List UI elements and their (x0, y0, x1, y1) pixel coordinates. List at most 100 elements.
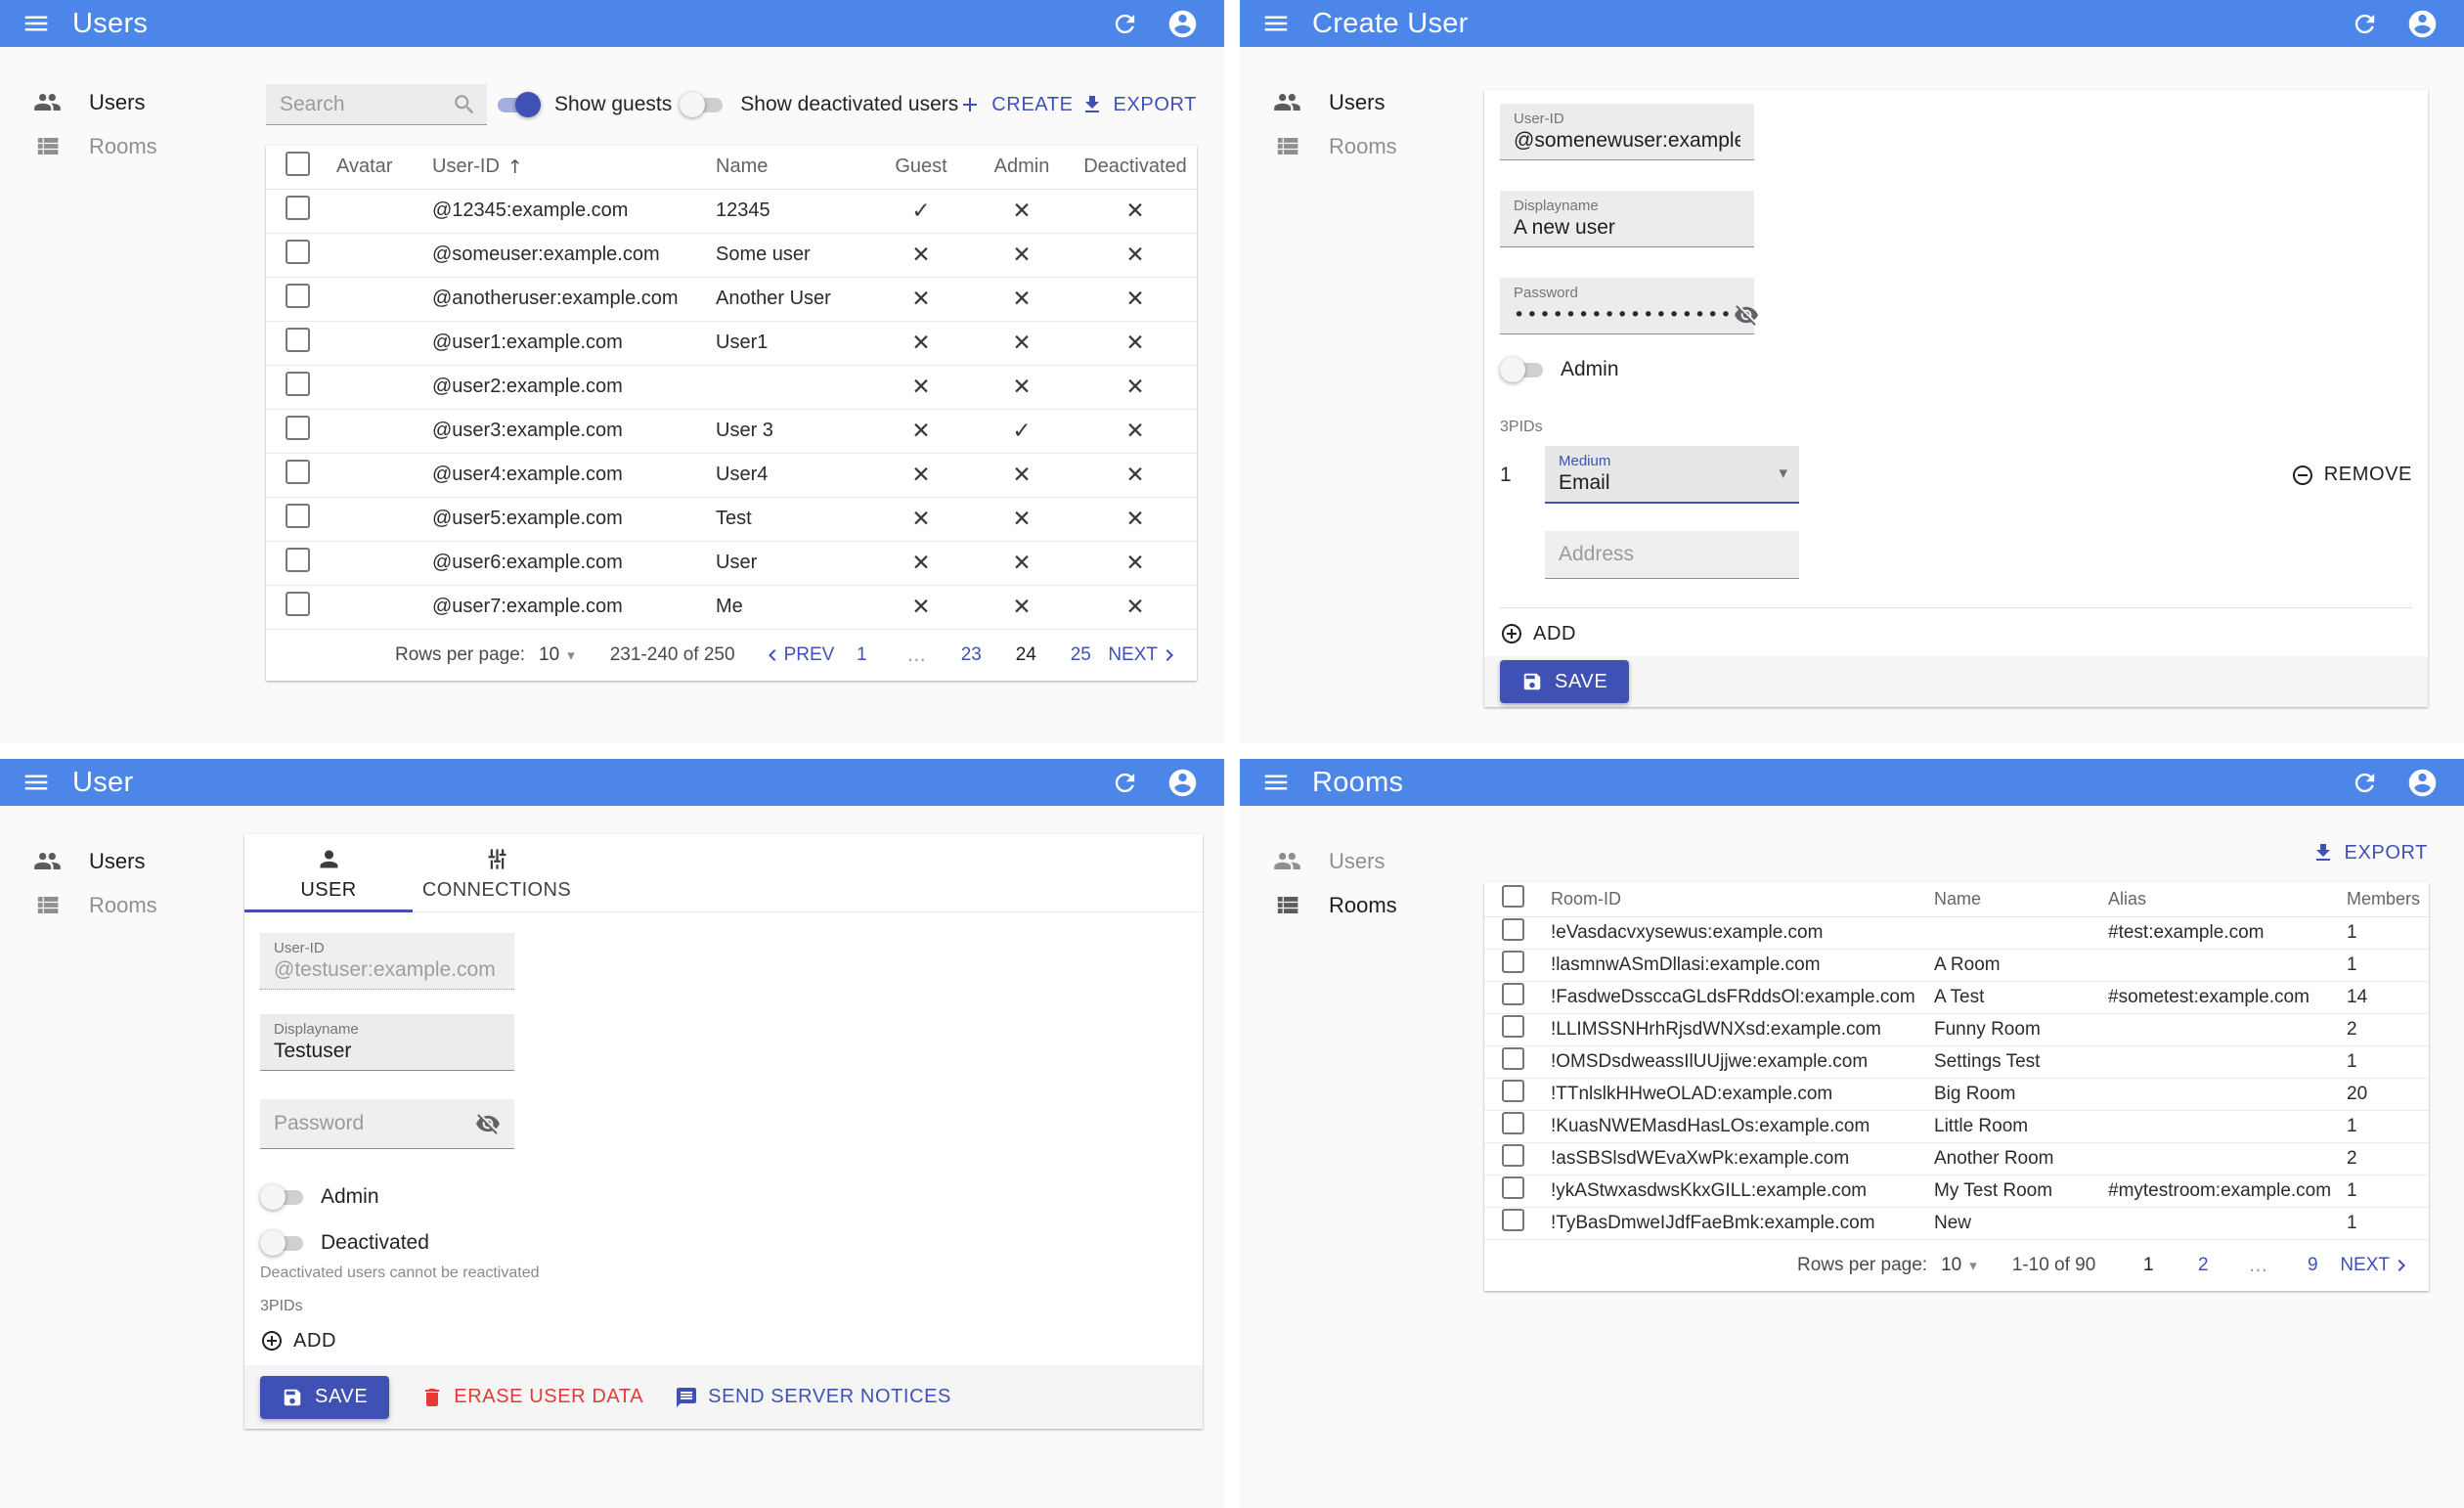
sidebar-item-users[interactable]: Users (1240, 839, 1474, 883)
row-checkbox[interactable] (286, 284, 310, 308)
page-25-link[interactable]: 25 (1066, 644, 1095, 666)
table-row[interactable]: @user5:example.com Test ✕ ✕ ✕ (266, 497, 1197, 542)
table-row[interactable]: @someuser:example.com Some user ✕ ✕ ✕ (266, 233, 1197, 278)
export-button[interactable]: EXPORT (1080, 93, 1197, 116)
create-button[interactable]: CREATE (958, 93, 1073, 116)
row-checkbox[interactable] (1502, 1047, 1524, 1070)
prev-page-button[interactable]: PREV (761, 643, 834, 667)
table-row[interactable]: !OMSDsdweassIlUUjjwe:example.com Settings… (1484, 1045, 2429, 1079)
select-all-checkbox[interactable] (286, 152, 310, 177)
next-page-button[interactable]: NEXT (2340, 1254, 2413, 1277)
row-checkbox[interactable] (286, 460, 310, 484)
row-checkbox[interactable] (1502, 1209, 1524, 1231)
page-23-link[interactable]: 23 (956, 644, 986, 666)
sidebar-item-rooms[interactable]: Rooms (0, 124, 235, 168)
send-server-notices-button[interactable]: SEND SERVER NOTICES (675, 1386, 951, 1409)
password-field[interactable]: Password ••••••••••••••••• (1500, 278, 1758, 334)
table-row[interactable]: @anotheruser:example.com Another User ✕ ✕ ✕ (266, 277, 1197, 322)
displayname-field[interactable]: Displayname Testuser (260, 1014, 514, 1071)
save-button[interactable]: SAVE (1500, 660, 1630, 703)
table-row[interactable]: @user1:example.com User1 ✕ ✕ ✕ (266, 321, 1197, 366)
menu-icon[interactable] (1261, 9, 1291, 38)
row-checkbox[interactable] (1502, 1080, 1524, 1102)
row-checkbox[interactable] (286, 592, 310, 616)
sidebar-item-rooms[interactable]: Rooms (0, 883, 235, 927)
col-user-id[interactable]: User-ID ↑ (426, 146, 710, 190)
page-9-link[interactable]: 9 (2298, 1255, 2327, 1276)
visibility-off-icon[interactable] (1734, 302, 1759, 328)
row-checkbox[interactable] (286, 196, 310, 220)
row-checkbox[interactable] (286, 548, 310, 572)
row-checkbox[interactable] (1502, 918, 1524, 941)
account-icon[interactable] (1166, 8, 1199, 40)
row-checkbox[interactable] (286, 372, 310, 396)
deactivated-toggle[interactable] (260, 1229, 307, 1257)
table-row[interactable]: !FasdweDssccaGLdsFRddsOl:example.com A Te… (1484, 981, 2429, 1014)
row-checkbox[interactable] (1502, 1112, 1524, 1134)
sidebar-item-rooms[interactable]: Rooms (1240, 124, 1474, 168)
user-id-field[interactable]: User-ID @somenewuser:example.com (1500, 104, 1754, 160)
account-icon[interactable] (2406, 767, 2439, 799)
address-input[interactable]: Address (1545, 531, 1799, 579)
add-threepid-button[interactable]: ADD (260, 1329, 336, 1353)
table-row[interactable]: !TTnlslkHHweOLAD:example.com Big Room 20 (1484, 1078, 2429, 1111)
table-row[interactable]: !lasmnwASmDllasi:example.com A Room 1 (1484, 949, 2429, 982)
row-checkbox[interactable] (1502, 1144, 1524, 1167)
rows-per-page-select[interactable]: 10 ▾ (1941, 1255, 1977, 1276)
refresh-icon[interactable] (1111, 769, 1139, 797)
export-button[interactable]: EXPORT (2311, 841, 2428, 865)
medium-select[interactable]: Medium Email ▾ (1545, 446, 1799, 504)
refresh-icon[interactable] (2351, 10, 2379, 38)
show-guests-toggle[interactable] (494, 91, 541, 118)
row-checkbox[interactable] (286, 504, 310, 528)
sidebar-item-users[interactable]: Users (0, 839, 235, 883)
erase-user-data-button[interactable]: ERASE USER DATA (420, 1386, 643, 1409)
table-row[interactable]: !ykAStwxasdwsKkxGILL:example.com My Test … (1484, 1175, 2429, 1208)
page-1-link[interactable]: 1 (847, 644, 876, 666)
menu-icon[interactable] (22, 9, 51, 38)
tab-connections[interactable]: CONNECTIONS (413, 834, 581, 911)
row-checkbox[interactable] (286, 416, 310, 440)
search-input[interactable]: Search (266, 84, 487, 125)
show-deactivated-toggle[interactable] (680, 91, 726, 118)
row-checkbox[interactable] (1502, 983, 1524, 1005)
tab-user[interactable]: USER (244, 834, 413, 912)
admin-toggle[interactable] (1500, 356, 1547, 383)
refresh-icon[interactable] (2351, 769, 2379, 797)
refresh-icon[interactable] (1111, 10, 1139, 38)
sidebar-item-users[interactable]: Users (0, 80, 235, 124)
visibility-off-icon[interactable] (475, 1111, 501, 1136)
table-row[interactable]: @12345:example.com 12345 ✓ ✕ ✕ (266, 189, 1197, 234)
row-checkbox[interactable] (1502, 951, 1524, 973)
row-checkbox[interactable] (286, 328, 310, 352)
rows-per-page-select[interactable]: 10 ▾ (539, 644, 575, 666)
row-checkbox[interactable] (1502, 1015, 1524, 1038)
table-row[interactable]: @user4:example.com User4 ✕ ✕ ✕ (266, 453, 1197, 498)
page-2-link[interactable]: 2 (2188, 1255, 2218, 1276)
table-row[interactable]: !KuasNWEMasdHasLOs:example.com Little Roo… (1484, 1110, 2429, 1143)
remove-threepid-button[interactable]: REMOVE (2291, 464, 2412, 487)
table-row[interactable]: @user6:example.com User ✕ ✕ ✕ (266, 541, 1197, 586)
displayname-field[interactable]: Displayname A new user (1500, 191, 1754, 247)
add-threepid-button[interactable]: ADD (1500, 622, 1576, 645)
menu-icon[interactable] (22, 768, 51, 797)
table-row[interactable]: @user7:example.com Me ✕ ✕ ✕ (266, 585, 1197, 630)
table-row[interactable]: !TyBasDmweIJdfFaeBmk:example.com New 1 (1484, 1207, 2429, 1240)
table-row[interactable]: !LLIMSSNHrhRjsdWNXsd:example.com Funny Ro… (1484, 1013, 2429, 1046)
table-row[interactable]: @user2:example.com ✕ ✕ ✕ (266, 365, 1197, 410)
row-checkbox[interactable] (286, 240, 310, 264)
menu-icon[interactable] (1261, 768, 1291, 797)
select-all-checkbox[interactable] (1502, 885, 1524, 909)
table-row[interactable]: !eVasdacvxysewus:example.com #test:exampl… (1484, 916, 2429, 950)
account-icon[interactable] (1166, 767, 1199, 799)
col-room-id[interactable]: Room-ID (1539, 882, 1922, 917)
account-icon[interactable] (2406, 8, 2439, 40)
table-row[interactable]: @user3:example.com User 3 ✕ ✓ ✕ (266, 409, 1197, 454)
next-page-button[interactable]: NEXT (1108, 643, 1181, 667)
row-checkbox[interactable] (1502, 1176, 1524, 1199)
table-row[interactable]: !asSBSlsdWEvaXwPk:example.com Another Roo… (1484, 1142, 2429, 1175)
save-button[interactable]: SAVE (260, 1375, 390, 1419)
password-field[interactable]: Password (260, 1099, 514, 1149)
admin-toggle[interactable] (260, 1183, 307, 1211)
sidebar-item-users[interactable]: Users (1240, 80, 1474, 124)
